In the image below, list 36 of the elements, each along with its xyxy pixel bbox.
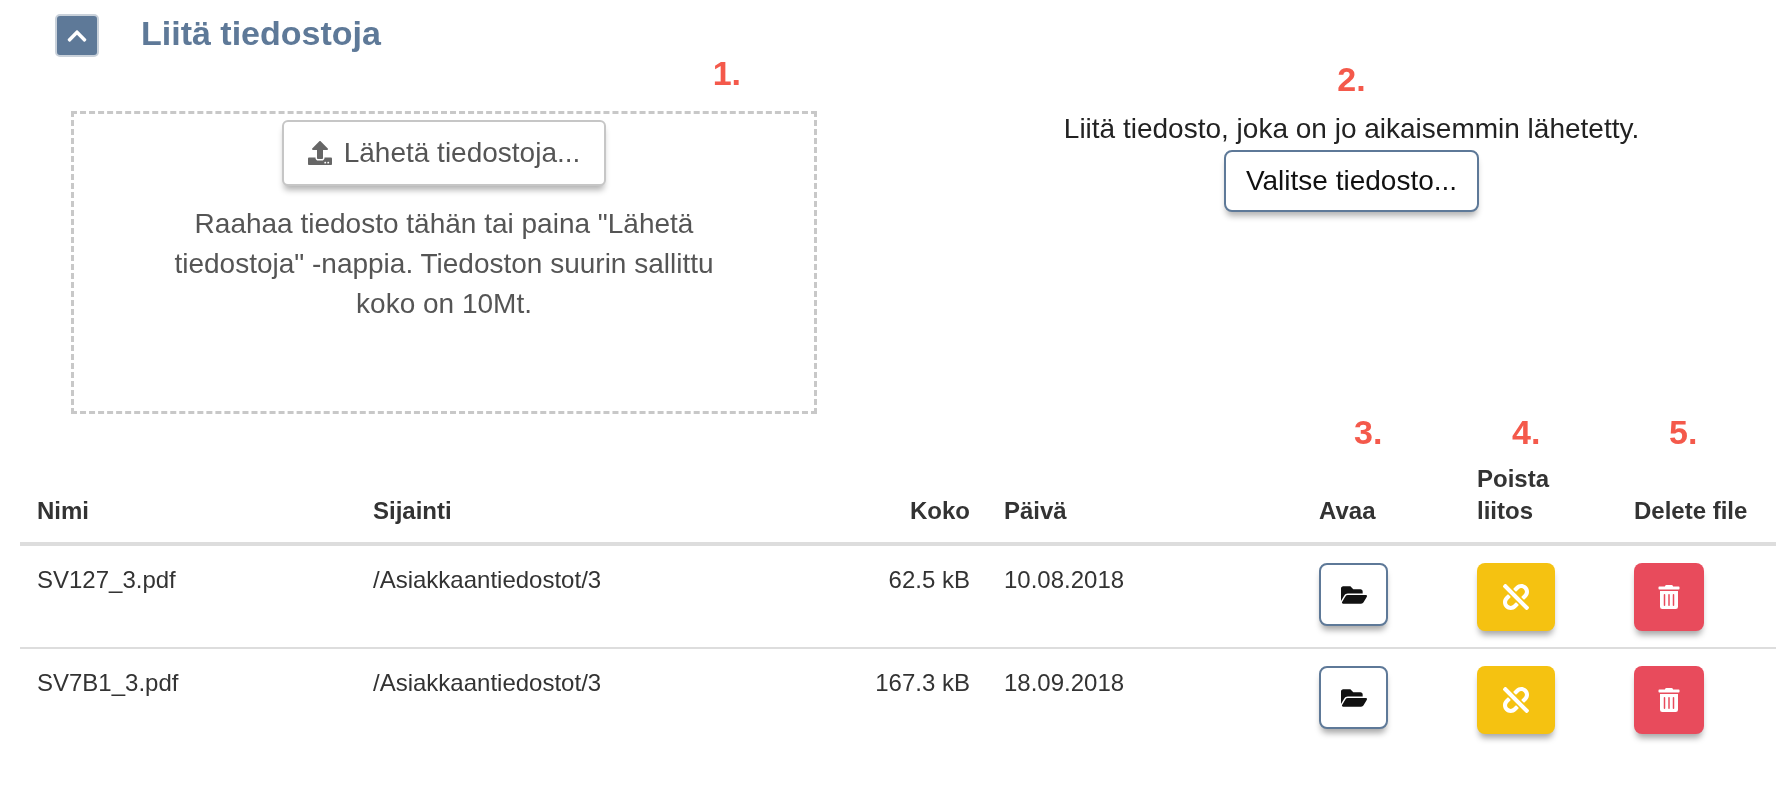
- section-title: Liitä tiedostoja: [141, 13, 381, 54]
- step-number: 5.: [1669, 414, 1698, 450]
- open-folder-button[interactable]: [1319, 563, 1388, 626]
- table-cell-text: /Asiakkaantiedostot/3: [373, 565, 602, 595]
- table-cell-text: 18.09.2018: [1004, 668, 1125, 698]
- trash-icon: [1657, 585, 1681, 609]
- table-cell-text: SV7B1_3.pdf: [37, 668, 179, 698]
- trash-icon: [1657, 688, 1681, 712]
- drop-zone[interactable]: Lähetä tiedostoja... Raahaa tiedosto tähän tai paina "Lähetä tiedostoja" -nappia. Tiedoston suurin sallittu koko on 10Mt.: [71, 111, 817, 414]
- table-cell-text: 62.5 kB: [888, 565, 970, 595]
- upload-icon: [307, 141, 332, 165]
- step-number: 2.: [1337, 63, 1366, 95]
- choose-file-button[interactable]: Valitse tiedosto...: [1223, 150, 1480, 212]
- table-cell-text: SV127_3.pdf: [37, 565, 176, 595]
- upload-button[interactable]: Lähetä tiedostoja...: [281, 120, 607, 186]
- column-header: Avaa: [1319, 496, 1376, 526]
- collapse-button[interactable]: [55, 14, 99, 57]
- column-header: Päivä: [1004, 496, 1067, 526]
- column-header: Poista liitos: [1477, 464, 1551, 526]
- drop-hint: Raahaa tiedosto tähän tai paina "Lähetä tiedostoja" -nappia. Tiedoston suurin sallittu koko on 10Mt.: [173, 207, 715, 321]
- column-header: Nimi: [37, 496, 89, 526]
- table-cell-text: 167.3 kB: [875, 668, 970, 698]
- step-number: 3.: [1354, 414, 1383, 450]
- column-header: Sijainti: [373, 496, 452, 526]
- step-number: 1.: [712, 57, 741, 89]
- delete-button[interactable]: [1634, 666, 1704, 734]
- table-cell-text: /Asiakkaantiedostot/3: [373, 668, 602, 698]
- column-header: Delete file: [1634, 496, 1748, 526]
- open-folder-button[interactable]: [1319, 666, 1388, 729]
- column-header: Koko: [910, 496, 970, 526]
- attach-description: Liitä tiedosto, joka on jo aikaisemmin lähetetty.: [1063, 112, 1640, 146]
- delete-button[interactable]: [1634, 563, 1704, 631]
- broken-link-icon: [1503, 584, 1529, 610]
- table-cell-text: 10.08.2018: [1004, 565, 1125, 595]
- broken-link-icon: [1503, 687, 1529, 713]
- step-number: 4.: [1512, 414, 1541, 450]
